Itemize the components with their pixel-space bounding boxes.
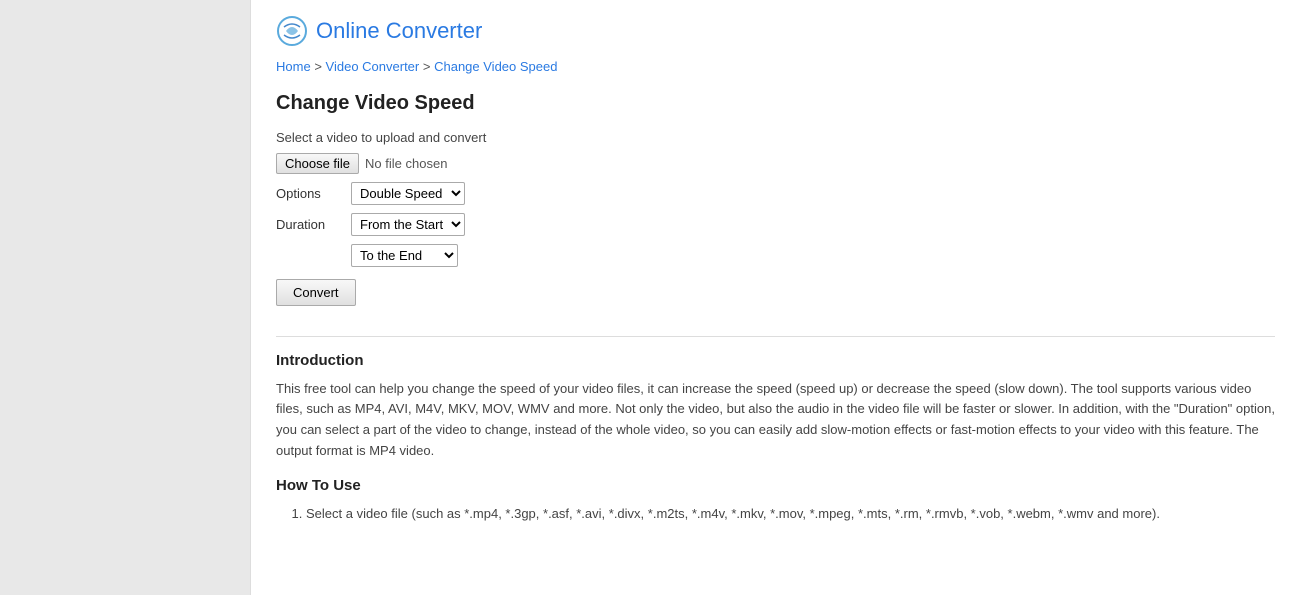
breadcrumb-video-converter[interactable]: Video Converter [326,59,420,74]
upload-description: Select a video to upload and convert [276,130,1275,145]
logo-area: Online Converter [276,15,1275,47]
breadcrumb-change-video-speed[interactable]: Change Video Speed [434,59,557,74]
breadcrumb: Home > Video Converter > Change Video Sp… [276,57,1275,77]
options-row: Options Double Speed Half Speed Normal S… [276,182,1275,205]
convert-button[interactable]: Convert [276,279,356,306]
options-select[interactable]: Double Speed Half Speed Normal Speed 4x … [351,182,465,205]
convert-btn-wrapper: Convert [276,279,1275,326]
left-sidebar [0,0,250,595]
how-to-list: Select a video file (such as *.mp4, *.3g… [276,504,1275,525]
duration-from-select[interactable]: From the Start Custom Time [351,213,465,236]
how-to-step1: Select a video file (such as *.mp4, *.3g… [306,504,1275,525]
no-file-text: No file chosen [365,156,447,171]
how-to-title: How To Use [276,477,1275,494]
introduction-text: This free tool can help you change the s… [276,379,1275,462]
logo-icon [276,15,308,47]
duration-label: Duration [276,217,351,232]
divider [276,336,1275,337]
breadcrumb-sep1: > [314,59,322,74]
breadcrumb-sep2: > [423,59,431,74]
breadcrumb-home[interactable]: Home [276,59,311,74]
main-content: Online Converter Home > Video Converter … [250,0,1300,595]
page-title: Change Video Speed [276,92,1275,115]
duration-from-row: Duration From the Start Custom Time [276,213,1275,236]
file-chooser-row: Choose file No file chosen [276,153,1275,174]
choose-file-button[interactable]: Choose file [276,153,359,174]
logo-text: Online Converter [316,18,482,44]
duration-to-row: To the End Custom Time [276,244,1275,267]
introduction-title: Introduction [276,352,1275,369]
options-label: Options [276,186,351,201]
duration-to-select[interactable]: To the End Custom Time [351,244,458,267]
